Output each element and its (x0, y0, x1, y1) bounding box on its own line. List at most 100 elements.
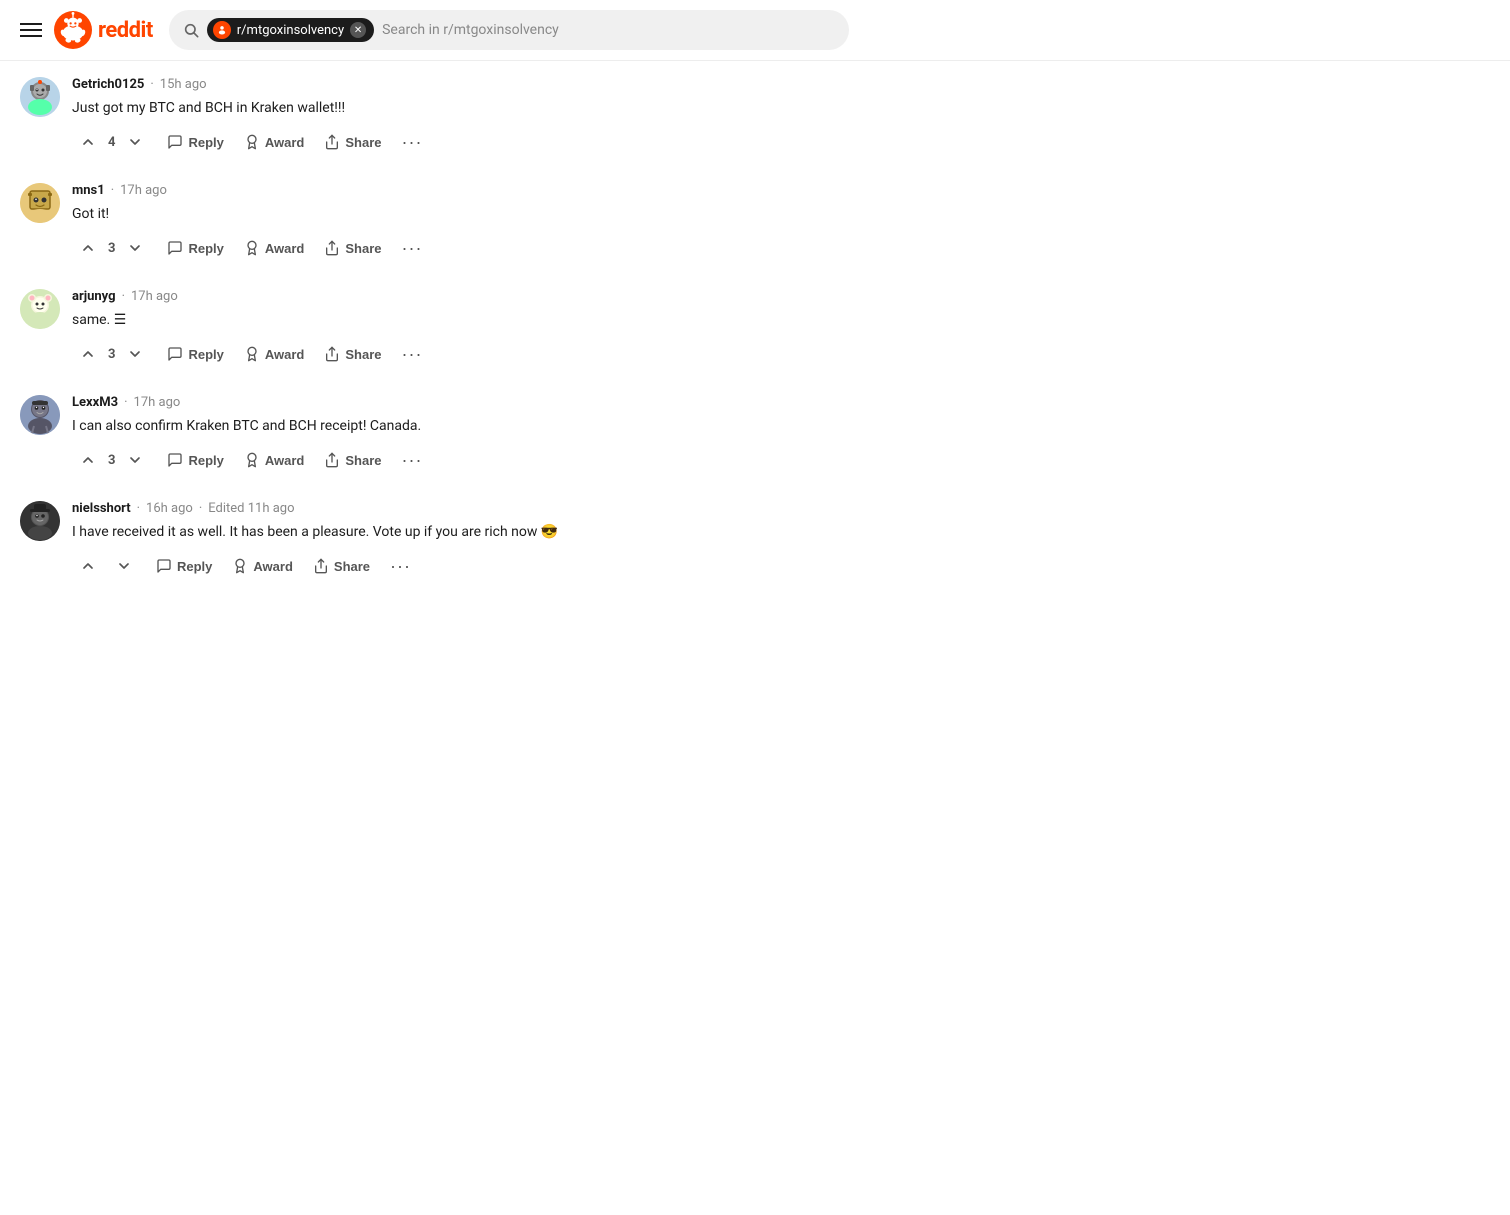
comment-actions: 3 Reply Award (72, 447, 880, 473)
comment-body: mns1 · 17h ago Got it! 3 (72, 183, 880, 261)
award-button[interactable]: Award (236, 342, 313, 366)
reply-button[interactable]: Reply (159, 342, 231, 366)
share-icon (324, 346, 340, 362)
downvote-button[interactable] (119, 448, 151, 472)
vote-group: 3 (72, 448, 151, 472)
edited-label: Edited 11h ago (208, 501, 294, 516)
subreddit-name: r/mtgoxinsolvency (237, 23, 344, 38)
share-button[interactable]: Share (316, 130, 389, 154)
separator-dot: · (124, 395, 127, 410)
award-button[interactable]: Award (236, 448, 313, 472)
vote-count: 3 (108, 453, 115, 468)
downvote-icon (127, 134, 143, 150)
vote-count: 3 (108, 241, 115, 256)
upvote-icon (80, 558, 96, 574)
downvote-button[interactable] (119, 342, 151, 366)
vote-count: 3 (108, 347, 115, 362)
avatar (20, 183, 60, 223)
comment-meta: arjunyg · 17h ago (72, 289, 880, 304)
downvote-button[interactable] (119, 130, 151, 154)
vote-group (72, 554, 140, 578)
upvote-button[interactable] (72, 130, 104, 154)
upvote-button[interactable] (72, 236, 104, 260)
downvote-icon (127, 346, 143, 362)
upvote-button[interactable] (72, 448, 104, 472)
timestamp: 17h ago (131, 289, 178, 304)
comment-meta: nielsshort · 16h ago ·Edited 11h ago (72, 501, 880, 516)
more-options-button[interactable]: ··· (394, 447, 431, 473)
header-left: reddit (20, 11, 153, 49)
more-options-button[interactable]: ··· (394, 129, 431, 155)
separator-dot: · (122, 289, 125, 304)
share-button[interactable]: Share (316, 448, 389, 472)
timestamp: 15h ago (160, 77, 207, 92)
award-icon (244, 452, 260, 468)
comment-item: arjunyg · 17h ago same. ☰ 3 (20, 289, 880, 367)
comment-item: Getrich0125 · 15h ago Just got my BTC an… (20, 77, 880, 155)
more-options-button[interactable]: ··· (394, 235, 431, 261)
avatar (20, 77, 60, 117)
award-button[interactable]: Award (236, 236, 313, 260)
comment-body: Getrich0125 · 15h ago Just got my BTC an… (72, 77, 880, 155)
upvote-button[interactable] (72, 342, 104, 366)
comment-body: LexxM3 · 17h ago I can also confirm Krak… (72, 395, 880, 473)
subreddit-pill[interactable]: r/mtgoxinsolvency ✕ (207, 18, 374, 42)
reply-icon (156, 558, 172, 574)
more-options-button[interactable]: ··· (394, 341, 431, 367)
reddit-snoo-icon (54, 11, 92, 49)
hamburger-menu[interactable] (20, 23, 42, 37)
separator-dot: · (111, 183, 114, 198)
share-button[interactable]: Share (316, 236, 389, 260)
comment-item: LexxM3 · 17h ago I can also confirm Krak… (20, 395, 880, 473)
share-button[interactable]: Share (305, 554, 378, 578)
avatar (20, 501, 60, 541)
more-options-button[interactable]: ··· (382, 553, 419, 579)
upvote-button[interactable] (72, 554, 104, 578)
award-icon (244, 134, 260, 150)
downvote-icon (127, 452, 143, 468)
share-button[interactable]: Share (316, 342, 389, 366)
comment-meta: LexxM3 · 17h ago (72, 395, 880, 410)
reply-button[interactable]: Reply (148, 554, 220, 578)
comment-meta: Getrich0125 · 15h ago (72, 77, 880, 92)
share-icon (324, 134, 340, 150)
downvote-button[interactable] (108, 554, 140, 578)
username[interactable]: arjunyg (72, 289, 116, 304)
username[interactable]: Getrich0125 (72, 77, 144, 92)
username[interactable]: LexxM3 (72, 395, 118, 410)
share-icon (324, 452, 340, 468)
separator-dot: · (137, 501, 140, 516)
avatar (20, 289, 60, 329)
award-icon (244, 240, 260, 256)
share-icon (324, 240, 340, 256)
site-header: reddit r/mtgoxinsolvency ✕ Search in r/m… (0, 0, 1510, 61)
reddit-wordmark: reddit (98, 18, 153, 43)
award-icon (244, 346, 260, 362)
award-button[interactable]: Award (224, 554, 301, 578)
comment-body: nielsshort · 16h ago ·Edited 11h ago I h… (72, 501, 880, 579)
comment-actions: 3 Reply Award (72, 235, 880, 261)
reply-button[interactable]: Reply (159, 236, 231, 260)
clear-subreddit-button[interactable]: ✕ (350, 22, 366, 38)
comment-text: Just got my BTC and BCH in Kraken wallet… (72, 98, 880, 119)
reply-button[interactable]: Reply (159, 130, 231, 154)
vote-group: 3 (72, 342, 151, 366)
comments-list: Getrich0125 · 15h ago Just got my BTC an… (0, 61, 900, 623)
reddit-logo-link[interactable]: reddit (54, 11, 153, 49)
downvote-icon (127, 240, 143, 256)
username[interactable]: mns1 (72, 183, 105, 198)
downvote-icon (116, 558, 132, 574)
comment-body: arjunyg · 17h ago same. ☰ 3 (72, 289, 880, 367)
search-bar[interactable]: r/mtgoxinsolvency ✕ Search in r/mtgoxins… (169, 10, 849, 50)
comment-item: nielsshort · 16h ago ·Edited 11h ago I h… (20, 501, 880, 579)
reply-button[interactable]: Reply (159, 448, 231, 472)
downvote-button[interactable] (119, 236, 151, 260)
separator-dot: · (150, 77, 153, 92)
award-button[interactable]: Award (236, 130, 313, 154)
avatar (20, 395, 60, 435)
username[interactable]: nielsshort (72, 501, 131, 516)
reply-icon (167, 346, 183, 362)
award-icon (232, 558, 248, 574)
upvote-icon (80, 240, 96, 256)
upvote-icon (80, 134, 96, 150)
